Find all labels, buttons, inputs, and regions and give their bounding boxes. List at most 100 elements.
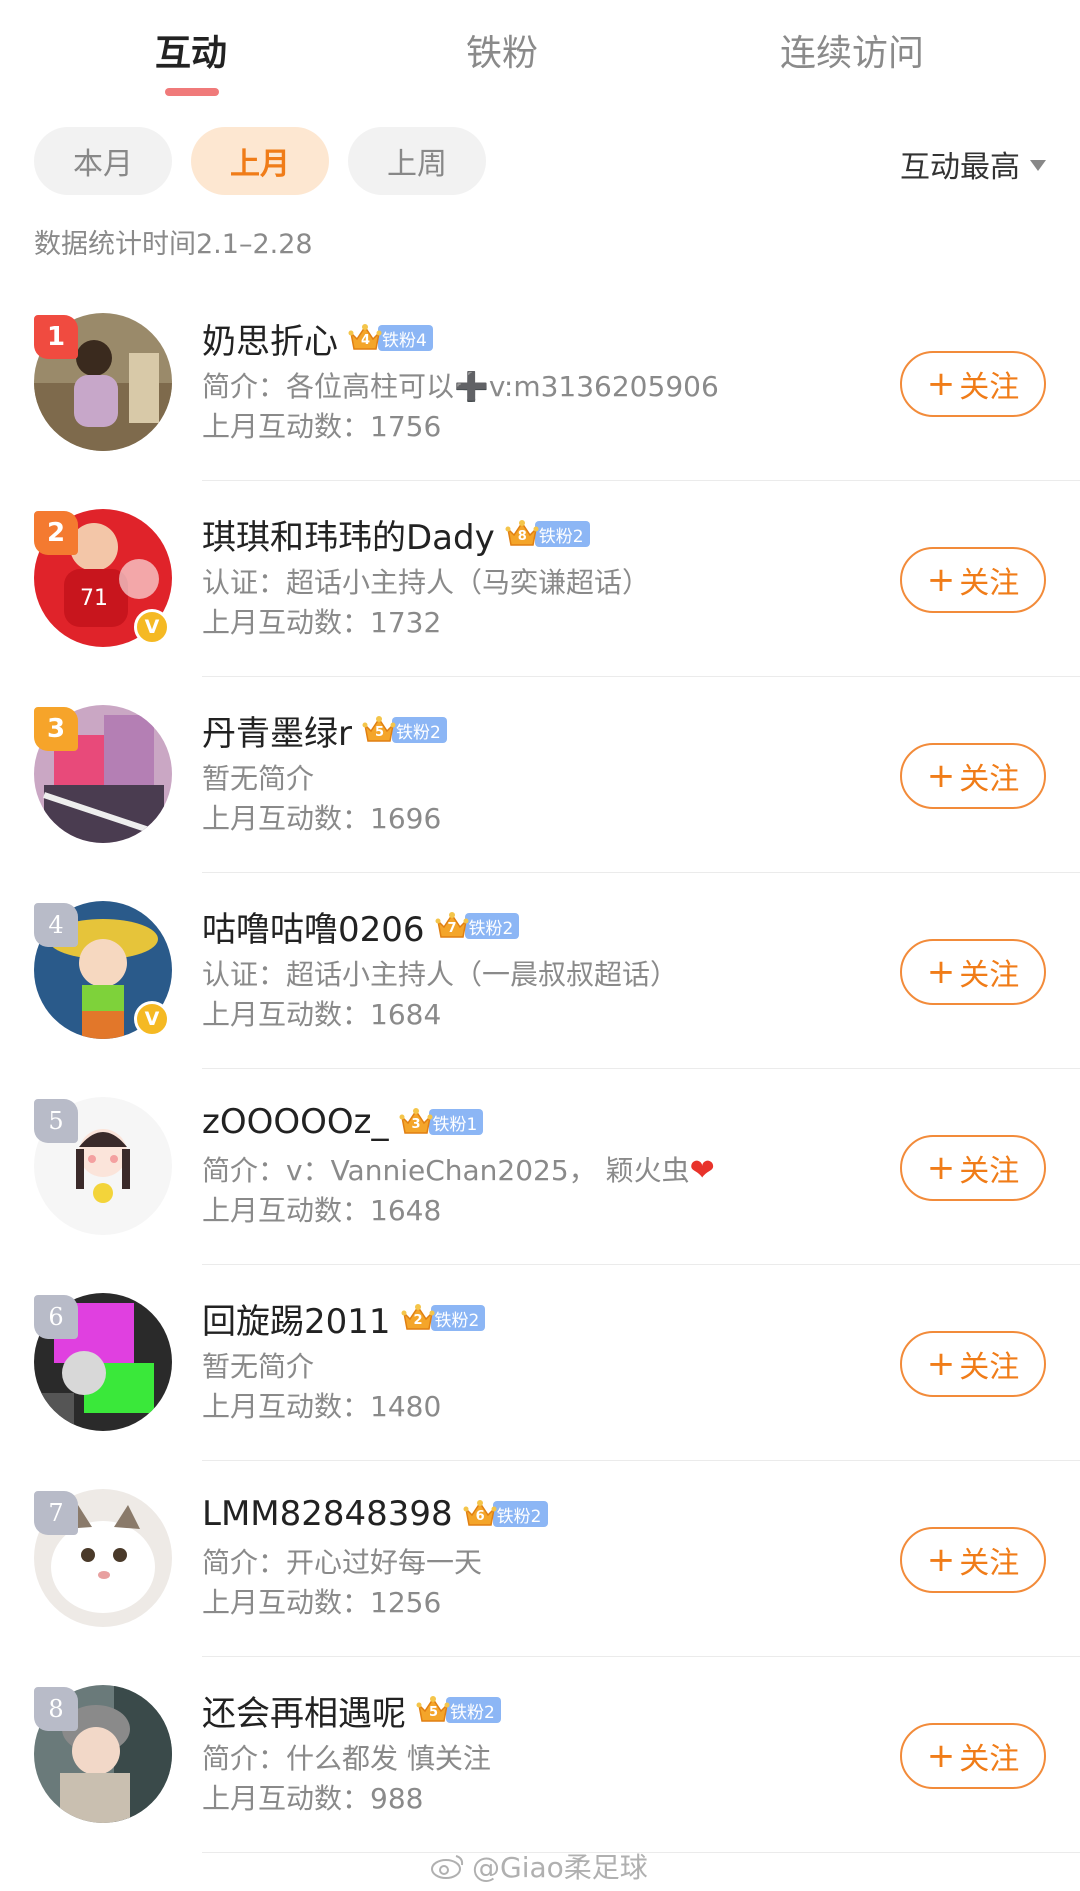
interaction-count: 上月互动数：1684 — [202, 998, 442, 1031]
filter-this-month[interactable]: 本月 — [34, 127, 172, 195]
user-name[interactable]: 回旋踢2011 — [202, 1294, 391, 1343]
crown-icon: 4 — [348, 323, 382, 353]
active-tab-indicator — [165, 88, 219, 96]
crown-level: 3 — [411, 1117, 421, 1132]
svg-text:71: 71 — [80, 586, 108, 611]
watermark: @Giao柔足球 — [430, 1846, 648, 1886]
user-name[interactable]: 还会再相遇呢 — [202, 1686, 406, 1735]
plus-icon: + — [926, 1540, 956, 1580]
list-item[interactable]: 7 LMM82848398 6 铁粉2 简介：开心过好每一天 上月互动数：1256 + 关注 — [0, 1461, 1080, 1657]
user-info: 琪琪和玮玮的Dady 8 铁粉2 认证：超话小主持人（马奕谦超话） 上月互动数：1732 — [202, 509, 882, 643]
filter-last-week[interactable]: 上周 — [348, 127, 486, 195]
user-name[interactable]: LMM82848398 — [202, 1494, 453, 1534]
user-description: 暂无简介 — [202, 1347, 882, 1387]
description-text: 暂无简介 — [202, 762, 315, 795]
user-name[interactable]: 琪琪和玮玮的Dady — [202, 510, 495, 559]
user-info: 丹青墨绿r 5 铁粉2 暂无简介上月互动数：1696 — [202, 705, 882, 839]
user-description: 简介：开心过好每一天 — [202, 1543, 882, 1583]
fan-level-badge: 7 铁粉2 — [435, 911, 520, 941]
fan-label: 铁粉2 — [534, 521, 590, 547]
tab-iron-fans[interactable]: 铁粉 — [466, 24, 538, 76]
user-description: 简介：v：VannieChan2025， 颖火虫❤ — [202, 1151, 882, 1191]
interaction-count: 上月互动数：1696 — [202, 802, 442, 835]
follow-button[interactable]: + 关注 — [900, 939, 1046, 1005]
crown-icon: 5 — [416, 1695, 450, 1725]
list-item[interactable]: 71 2 V 琪琪和玮玮的Dady 8 铁粉2 认证：超话小主持人（马奕谦超话） 上月互动数：… — [0, 481, 1080, 677]
fan-label: 铁粉1 — [428, 1109, 484, 1135]
user-description: 认证：超话小主持人（一晨叔叔超话） — [202, 955, 882, 995]
user-description: 认证：超话小主持人（马奕谦超话） — [202, 563, 882, 603]
filter-last-month[interactable]: 上月 — [191, 127, 329, 195]
interaction-count: 上月互动数：1756 — [202, 410, 442, 443]
crown-level: 5 — [429, 1705, 439, 1720]
follow-button[interactable]: + 关注 — [900, 743, 1046, 809]
sort-label: 互动最高 — [900, 150, 1020, 185]
list-item[interactable]: 1 奶思折心 4 铁粉4 简介：各位高柱可以➕v:m3136205906 上月互动数：17… — [0, 285, 1080, 481]
user-name[interactable]: 丹青墨绿r — [202, 706, 352, 755]
weibo-logo-icon — [431, 1855, 464, 1879]
description-text: 认证：超话小主持人（一晨叔叔超话） — [202, 958, 679, 991]
user-info: 回旋踢2011 2 铁粉2 暂无简介上月互动数：1480 — [202, 1293, 882, 1427]
follow-button[interactable]: + 关注 — [900, 351, 1046, 417]
description-text: 认证：超话小主持人（马奕谦超话） — [202, 566, 651, 599]
follow-label: 关注 — [959, 762, 1020, 797]
user-description: 暂无简介 — [202, 759, 882, 799]
fan-label: 铁粉2 — [492, 1501, 548, 1527]
interaction-count: 上月互动数：1480 — [202, 1390, 442, 1423]
description-text: 暂无简介 — [202, 1350, 315, 1383]
tab-interaction[interactable]: 互动 — [155, 24, 227, 76]
crown-level: 7 — [447, 921, 457, 936]
list-item[interactable]: 6 回旋踢2011 2 铁粉2 暂无简介上月互动数：1480 + 关注 — [0, 1265, 1080, 1461]
caret-down-icon — [1030, 159, 1046, 171]
fan-level-badge: 2 铁粉2 — [401, 1303, 486, 1333]
rank-badge: 4 — [34, 903, 78, 947]
fan-level-badge: 5 铁粉2 — [362, 715, 447, 745]
plus-icon: + — [926, 756, 956, 796]
sort-dropdown[interactable]: 互动最高 — [900, 142, 1046, 186]
interaction-count: 上月互动数：1256 — [202, 1586, 442, 1619]
user-name[interactable]: 咕噜咕噜0206 — [202, 902, 425, 951]
user-name[interactable]: zOOOOOz_ — [202, 1102, 389, 1142]
user-description: 简介：各位高柱可以➕v:m3136205906 — [202, 367, 882, 407]
fan-label: 铁粉2 — [446, 1697, 501, 1723]
list-item[interactable]: 3 丹青墨绿r 5 铁粉2 暂无简介上月互动数：1696 + 关注 — [0, 677, 1080, 873]
verified-icon: V — [134, 609, 170, 645]
fan-level-badge: 5 铁粉2 — [416, 1695, 501, 1725]
user-description: 简介：什么都发 慎关注 — [202, 1739, 882, 1779]
user-info: zOOOOOz_ 3 铁粉1 简介：v：VannieChan2025， 颖火虫❤ 上月互… — [202, 1097, 882, 1231]
plus-icon: + — [926, 1736, 956, 1776]
stat-time-range: 数据统计时间2.1–2.28 — [34, 229, 313, 260]
follow-label: 关注 — [959, 1742, 1020, 1777]
interaction-count: 上月互动数：1732 — [202, 606, 442, 639]
follow-button[interactable]: + 关注 — [900, 1135, 1046, 1201]
fan-level-badge: 8 铁粉2 — [505, 519, 590, 549]
follow-label: 关注 — [959, 1154, 1020, 1189]
follow-button[interactable]: + 关注 — [900, 1331, 1046, 1397]
user-name[interactable]: 奶思折心 — [202, 314, 338, 363]
user-info: 还会再相遇呢 5 铁粉2 简介：什么都发 慎关注 上月互动数：988 — [202, 1685, 882, 1819]
fan-label: 铁粉2 — [391, 717, 447, 743]
interaction-count: 上月互动数：1648 — [202, 1194, 442, 1227]
crown-icon: 7 — [435, 911, 469, 941]
follow-label: 关注 — [959, 1546, 1020, 1581]
list-item[interactable]: 4 V 咕噜咕噜0206 7 铁粉2 认证：超话小主持人（一晨叔叔超话） 上月互动数：168… — [0, 873, 1080, 1069]
list-item[interactable]: 5 zOOOOOz_ 3 铁粉1 简介：v：VannieChan2025， 颖火虫❤ 上月… — [0, 1069, 1080, 1265]
tab-bar: 互动 铁粉 连续访问 — [0, 0, 1080, 110]
rank-badge: 6 — [34, 1295, 78, 1339]
user-info: 咕噜咕噜0206 7 铁粉2 认证：超话小主持人（一晨叔叔超话） 上月互动数：1684 — [202, 901, 882, 1035]
list-item[interactable]: 8 还会再相遇呢 5 铁粉2 简介：什么都发 慎关注 上月互动数：988 + 关注 — [0, 1657, 1080, 1853]
user-info: 奶思折心 4 铁粉4 简介：各位高柱可以➕v:m3136205906 上月互动数：175… — [202, 313, 882, 447]
crown-level: 6 — [475, 1509, 485, 1524]
plus-icon: + — [926, 364, 956, 404]
follow-button[interactable]: + 关注 — [900, 1527, 1046, 1593]
rank-badge: 3 — [34, 707, 78, 751]
follow-label: 关注 — [959, 566, 1020, 601]
follow-button[interactable]: + 关注 — [900, 547, 1046, 613]
follow-button[interactable]: + 关注 — [900, 1723, 1046, 1789]
watermark-text: @Giao柔足球 — [472, 1851, 648, 1884]
crown-level: 4 — [361, 333, 371, 348]
description-text: 简介：v：VannieChan2025， 颖火虫 — [202, 1154, 690, 1187]
tab-continuous-visits[interactable]: 连续访问 — [780, 24, 924, 76]
rank-badge: 1 — [34, 315, 78, 359]
crown-icon: 5 — [362, 715, 396, 745]
